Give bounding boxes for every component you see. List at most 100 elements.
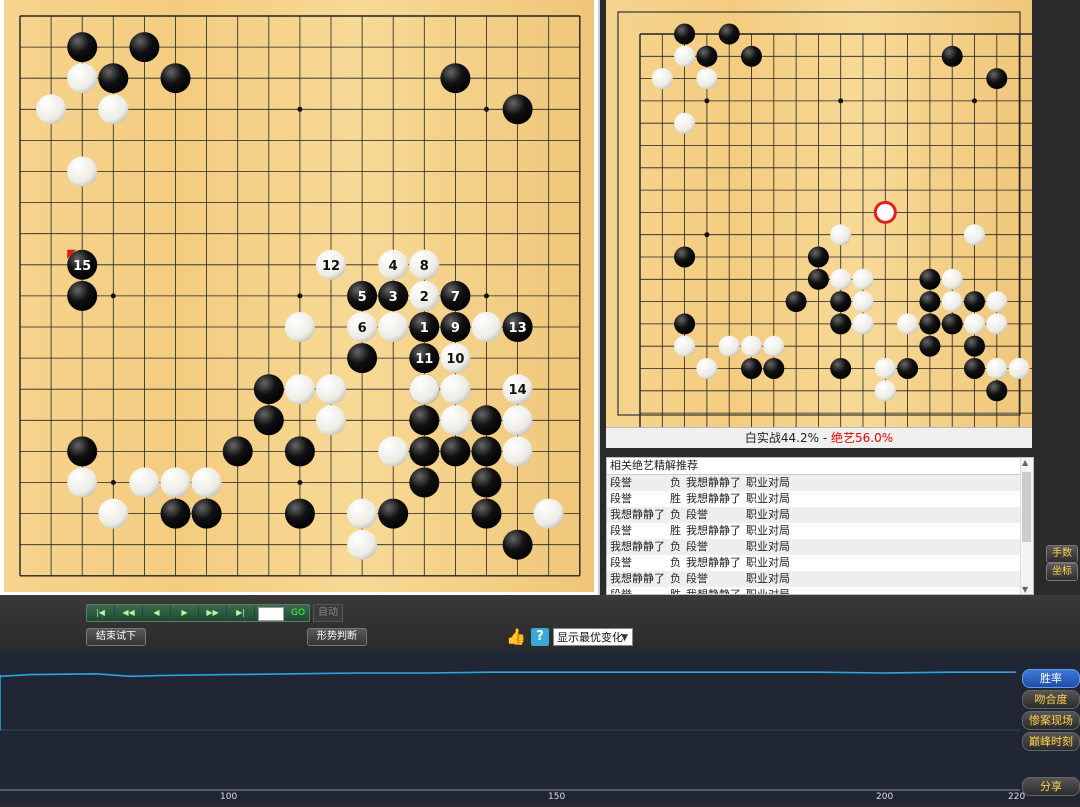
move-number-toggle[interactable]: 手数: [1046, 545, 1078, 563]
move-number: 10: [446, 352, 464, 367]
recommend-scrollbar[interactable]: ▲ ▼: [1020, 458, 1033, 594]
black-stone: [986, 380, 1008, 402]
share-button[interactable]: 分享: [1022, 777, 1080, 796]
list-item[interactable]: 我想静静了负段誉 职业对局: [607, 571, 1033, 587]
first-move-button[interactable]: |◀: [87, 605, 115, 621]
list-cell-p2: 段誉: [686, 508, 708, 521]
move-number: 7: [451, 290, 460, 305]
move-number: 11: [415, 352, 433, 367]
white-stone: [830, 224, 852, 246]
star-point: [704, 98, 710, 104]
black-stone: [741, 45, 762, 67]
black-stone: [941, 313, 963, 335]
black-stone: [964, 358, 985, 379]
black-stone: [160, 498, 191, 529]
help-icon[interactable]: ?: [531, 628, 549, 646]
thumbs-up-icon[interactable]: 👍: [506, 627, 526, 647]
ai-winrate: 绝艺56.0%: [830, 431, 894, 445]
black-stone: [807, 268, 829, 290]
forward-button[interactable]: ▶: [171, 605, 199, 621]
list-cell-p2: 我想静静了: [686, 492, 741, 505]
ai-go-board[interactable]: [606, 0, 1032, 427]
star-point: [110, 480, 116, 485]
coordinates-toggle[interactable]: 坐标: [1046, 563, 1078, 581]
back-button[interactable]: ◀: [143, 605, 171, 621]
white-stone: [378, 436, 409, 467]
star-point: [484, 293, 489, 299]
black-stone: [378, 498, 409, 529]
list-cell-type: 职业对局: [746, 588, 790, 595]
judge-position-button[interactable]: 形势判断: [307, 628, 367, 646]
black-stone: [98, 63, 129, 94]
list-item[interactable]: 我想静静了负段誉 职业对局: [607, 507, 1033, 523]
scroll-down-icon[interactable]: ▼: [1022, 585, 1028, 594]
variation-dropdown[interactable]: 显示最优变化 ▼: [553, 628, 633, 646]
move-number: 12: [322, 259, 340, 274]
list-item[interactable]: 段誉 负我想静静了 职业对局: [607, 555, 1033, 571]
list-cell-p2: 我想静静了: [686, 556, 741, 569]
black-stone: [471, 467, 502, 498]
move-number: 13: [509, 321, 527, 336]
last-move-button[interactable]: ▶|: [227, 605, 255, 621]
white-stone: [440, 374, 471, 405]
black-stone: [741, 358, 762, 379]
list-item[interactable]: 段誉 胜我想静静了 职业对局: [607, 523, 1033, 539]
black-stone: [674, 313, 696, 335]
list-item[interactable]: 段誉 胜我想静静了 职业对局: [607, 587, 1033, 595]
back-fast-button[interactable]: ◀◀: [115, 605, 143, 621]
white-stone: [718, 335, 740, 357]
forward-fast-button[interactable]: ▶▶: [199, 605, 227, 621]
list-cell-res: 负: [670, 508, 681, 521]
black-stone: [763, 358, 785, 379]
move-number: 1: [420, 321, 429, 336]
star-point: [297, 106, 303, 112]
white-stone: [160, 467, 191, 498]
black-stone: [964, 291, 985, 313]
list-cell-p2: 段誉: [686, 572, 708, 585]
list-cell-p2: 段誉: [686, 540, 708, 553]
winrate-separator: -: [819, 431, 831, 445]
move-number-input[interactable]: [258, 607, 284, 621]
black-stone: [160, 63, 191, 94]
black-stone: [919, 268, 941, 290]
main-go-board[interactable]: 123456789101112131415: [4, 0, 594, 592]
tab-blunders[interactable]: 惨案现场: [1022, 711, 1080, 730]
black-stone: [471, 498, 502, 529]
scroll-thumb[interactable]: [1022, 472, 1031, 542]
list-item[interactable]: 我想静静了负段誉 职业对局: [607, 539, 1033, 555]
white-stone: [440, 405, 471, 436]
black-stone: [253, 374, 284, 405]
ai-suggested-move: [873, 200, 897, 224]
black-stone: [129, 32, 160, 63]
tab-highlights[interactable]: 巅峰时刻: [1022, 732, 1080, 751]
white-stone: [830, 268, 852, 290]
go-button[interactable]: GO: [287, 605, 309, 621]
black-stone: [502, 529, 533, 560]
white-stone: [674, 112, 696, 134]
white-stone: [651, 68, 673, 90]
winrate-graph-panel: [0, 650, 1020, 803]
white-winrate: 白实战44.2%: [744, 431, 820, 445]
list-item[interactable]: 段誉 胜我想静静了 职业对局: [607, 491, 1033, 507]
x-tick: 220: [1008, 792, 1026, 802]
tab-winrate[interactable]: 胜率: [1022, 669, 1080, 688]
white-stone: [67, 467, 98, 498]
black-stone: [502, 94, 533, 125]
black-stone: [284, 498, 315, 529]
star-point: [838, 98, 844, 104]
tab-match-rate[interactable]: 吻合度: [1022, 690, 1080, 709]
winrate-graph[interactable]: [0, 650, 1020, 803]
move-number: 2: [420, 290, 429, 305]
white-stone: [696, 358, 718, 379]
white-stone: [191, 467, 222, 498]
white-stone: [897, 313, 919, 335]
white-stone: [36, 94, 67, 125]
white-stone: [284, 312, 315, 342]
list-item[interactable]: 段誉 负我想静静了 职业对局: [607, 475, 1033, 491]
scroll-up-icon[interactable]: ▲: [1022, 458, 1028, 467]
black-stone: [440, 63, 471, 94]
end-trial-button[interactable]: 结束试下: [86, 628, 146, 646]
variation-selected: 显示最优变化: [557, 631, 623, 644]
auto-play-button[interactable]: 自动: [313, 604, 343, 622]
list-cell-res: 负: [670, 572, 681, 585]
